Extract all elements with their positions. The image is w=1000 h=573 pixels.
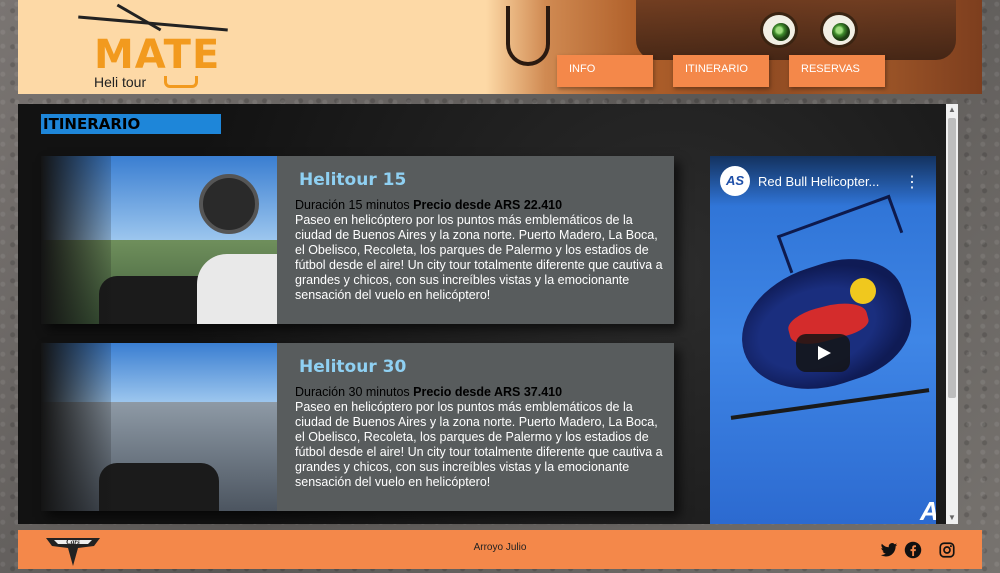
tour-card: Helitour 15 Duración 15 minutos Precio d… bbox=[41, 156, 674, 324]
tour-card-body: Helitour 30 Duración 30 minutos Precio d… bbox=[295, 357, 665, 490]
video-corner-letter: A bbox=[920, 496, 936, 524]
instagram-icon[interactable] bbox=[938, 541, 956, 559]
more-vert-icon[interactable]: ⋮ bbox=[904, 172, 920, 192]
nav-itinerario-button[interactable]: ITINERARIO bbox=[673, 55, 769, 87]
nav-reservas-button[interactable]: RESERVAS bbox=[789, 55, 885, 87]
main-scrollbar[interactable]: ▲ ▼ bbox=[946, 104, 958, 524]
left-eye-illustration bbox=[760, 12, 798, 48]
channel-avatar[interactable]: AS bbox=[720, 166, 750, 196]
scroll-down-arrow-icon[interactable]: ▼ bbox=[946, 512, 958, 524]
tour-price: Precio desde ARS 22.410 bbox=[413, 198, 563, 212]
tour-title: Helitour 30 bbox=[299, 357, 407, 377]
tow-hook-illustration bbox=[506, 6, 550, 66]
section-title: ITINERARIO bbox=[41, 114, 221, 134]
tour-duration: Duración 30 minutos bbox=[295, 385, 410, 399]
video-title-link[interactable]: Red Bull Helicopter... bbox=[758, 174, 898, 189]
tour-description: Paseo en helicóptero por los puntos más … bbox=[295, 400, 663, 489]
site-logo[interactable]: MATE Heli tour bbox=[74, 3, 234, 90]
logo-tagline: Heli tour bbox=[94, 74, 147, 90]
scroll-thumb[interactable] bbox=[948, 118, 956, 398]
site-footer: Cars Arroyo Julio bbox=[18, 530, 982, 569]
tour-title: Helitour 15 bbox=[299, 170, 407, 190]
logo-skid bbox=[164, 76, 198, 88]
tour-meta: Duración 15 minutos Precio desde ARS 22.… bbox=[295, 198, 665, 212]
footer-author: Arroyo Julio bbox=[473, 542, 527, 553]
logo-title: MATE bbox=[94, 32, 221, 78]
tour-card: Helitour 30 Duración 30 minutos Precio d… bbox=[41, 343, 674, 511]
facebook-icon[interactable] bbox=[904, 541, 922, 559]
play-icon[interactable] bbox=[796, 334, 850, 372]
twitter-icon[interactable] bbox=[880, 541, 898, 559]
tour-image-city bbox=[41, 343, 277, 511]
scroll-up-arrow-icon[interactable]: ▲ bbox=[946, 104, 958, 116]
tour-card-body: Helitour 15 Duración 15 minutos Precio d… bbox=[295, 170, 665, 303]
logo-rotor-blade bbox=[116, 3, 162, 32]
tour-image-cockpit bbox=[41, 156, 277, 324]
youtube-video-embed[interactable]: AS Red Bull Helicopter... ⋮ A bbox=[710, 156, 936, 524]
tour-meta: Duración 30 minutos Precio desde ARS 37.… bbox=[295, 385, 665, 399]
right-eye-illustration bbox=[820, 12, 858, 48]
nav-info-button[interactable]: INFO bbox=[557, 55, 653, 87]
tour-description: Paseo en helicóptero por los puntos más … bbox=[295, 213, 663, 302]
tour-duration: Duración 15 minutos bbox=[295, 198, 410, 212]
tour-price: Precio desde ARS 37.410 bbox=[413, 385, 563, 399]
